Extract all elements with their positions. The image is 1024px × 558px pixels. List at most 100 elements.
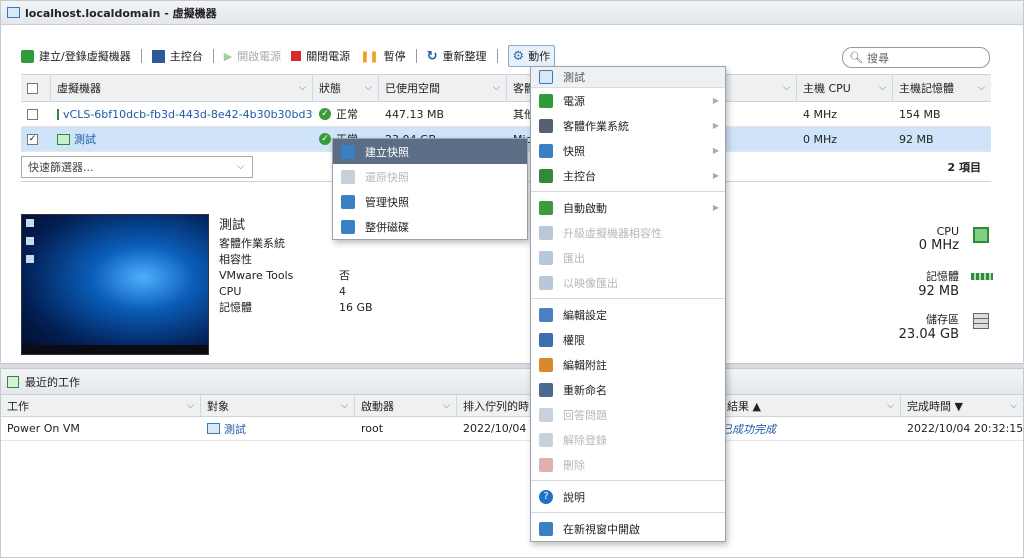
snapshot-menu-item[interactable]: 管理快照: [333, 189, 527, 214]
menu-item[interactable]: 升級虛擬機器相容性: [531, 220, 725, 245]
toolbar-divider: [415, 49, 417, 63]
header-initiator[interactable]: 啟動器 ⌵: [355, 395, 457, 416]
check-icon: ✓: [319, 133, 331, 145]
chevron-down-icon: ⌵: [341, 400, 348, 411]
refresh-icon: ↻: [426, 48, 438, 64]
menu-item[interactable]: 解除登錄: [531, 427, 725, 452]
prop-row: CPU 4: [219, 284, 346, 298]
menu-divider: [531, 512, 725, 513]
snapshot-icon: [341, 169, 355, 184]
menu-item[interactable]: 自動啟動 ▶: [531, 195, 725, 220]
recent-tasks-header: 工作 ⌵ 對象 ⌵ 啟動器 ⌵ 排入佇列的時 結果 ▲ ⌵ 完成時間 ▼ ⌵: [1, 395, 1023, 417]
power-on-button[interactable]: ▶ 開啟電源: [224, 48, 281, 64]
menu-item[interactable]: 刪除: [531, 452, 725, 477]
menu-item[interactable]: 電源 ▶: [531, 88, 725, 113]
menu-item-icon: [539, 432, 553, 447]
header-completed[interactable]: 完成時間 ▼ ⌵: [901, 395, 1023, 416]
grid-header: 虛擬機器 ⌵ 狀態 ⌵ 已使用空間 ⌵ 客體 ⌵ 主機 CPU ⌵ 主機記憶體 ⌵: [21, 74, 991, 102]
select-all-checkbox[interactable]: [27, 82, 38, 94]
window-titlebar: localhost.localdomain - 虛擬機器: [1, 1, 1023, 25]
window-title: localhost.localdomain - 虛擬機器: [25, 6, 217, 20]
cpu-icon: [973, 227, 989, 243]
menu-item[interactable]: 在新視窗中開啟: [531, 516, 725, 541]
header-result[interactable]: 結果 ▲ ⌵: [721, 395, 901, 416]
chevron-down-icon: ⌵: [365, 83, 372, 93]
recent-tasks-title: 最近的工作: [1, 369, 1023, 395]
console-button[interactable]: 主控台: [151, 48, 203, 64]
vm-icon: [57, 108, 59, 120]
menu-item[interactable]: 以映像匯出: [531, 270, 725, 295]
resource-storage: 儲存區 23.04 GB: [829, 311, 989, 342]
power-off-button[interactable]: 關閉電源: [291, 48, 350, 64]
toolbar-divider: [212, 49, 214, 63]
table-row[interactable]: Power On VM 測試 root 2022/10/04 2 已成功完成 2…: [1, 417, 1023, 441]
vm-name-link[interactable]: vCLS-6bf10dcb-fb3d-443d-8e42-4b30b30bd3f…: [63, 108, 313, 121]
menu-item[interactable]: 客體作業系統 ▶: [531, 113, 725, 138]
create-vm-icon: [21, 49, 34, 63]
menu-item[interactable]: 編輯附註: [531, 352, 725, 377]
snapshot-icon: [341, 194, 355, 209]
menu-item[interactable]: 重新命名: [531, 377, 725, 402]
suspend-button[interactable]: ❚❚ 暫停: [360, 48, 405, 64]
snapshot-menu-item[interactable]: 建立快照: [333, 139, 527, 164]
stop-icon: [291, 51, 302, 61]
search-input[interactable]: 🔍︎ 搜尋: [842, 47, 990, 68]
header-host-cpu[interactable]: 主機 CPU ⌵: [797, 75, 893, 101]
help-icon: ?: [539, 489, 553, 504]
chevron-down-icon: ⌵: [887, 400, 894, 411]
create-vm-button[interactable]: 建立/登錄虛擬機器: [21, 48, 131, 64]
header-vm[interactable]: 虛擬機器 ⌵: [51, 75, 313, 101]
menu-item[interactable]: 權限: [531, 327, 725, 352]
actions-button[interactable]: ⚙ 動作: [507, 45, 556, 67]
menu-item[interactable]: ? 說明: [531, 484, 725, 509]
vm-screen-thumbnail[interactable]: [21, 214, 209, 355]
row-checkbox[interactable]: [27, 108, 38, 120]
item-count: 2 項目: [947, 160, 981, 174]
menu-item-icon: [539, 307, 553, 322]
header-status[interactable]: 狀態 ⌵: [313, 75, 379, 101]
menu-item[interactable]: 匯出: [531, 245, 725, 270]
header-target[interactable]: 對象 ⌵: [201, 395, 355, 416]
storage-icon: [973, 313, 989, 329]
chevron-right-icon: ▶: [712, 146, 719, 155]
chevron-right-icon: ▶: [712, 96, 719, 105]
chevron-down-icon: ⌵: [443, 400, 450, 411]
menu-item[interactable]: 回答問題: [531, 402, 725, 427]
snapshot-menu-item[interactable]: 還原快照: [333, 164, 527, 189]
vm-icon: [539, 70, 553, 84]
header-used-space[interactable]: 已使用空間 ⌵: [379, 75, 507, 101]
menu-item-icon: [539, 521, 553, 536]
menu-item-icon: [539, 275, 553, 290]
memory-icon: [971, 273, 993, 280]
header-host-mem[interactable]: 主機記憶體 ⌵: [893, 75, 991, 101]
quick-filter-select[interactable]: 快速篩選器... ⌵: [21, 155, 253, 178]
vm-icon: [207, 423, 220, 434]
gear-icon: ⚙: [512, 48, 525, 64]
vm-name-link[interactable]: 測試: [74, 131, 96, 147]
refresh-button[interactable]: ↻ 重新整理: [427, 48, 487, 64]
menu-item-icon: [539, 457, 553, 472]
menu-item-icon: [539, 357, 553, 372]
task-list-icon: [7, 375, 19, 388]
snapshot-submenu: 建立快照 還原快照 管理快照 整併磁碟: [332, 138, 528, 240]
menu-item[interactable]: 主控台 ▶: [531, 163, 725, 188]
chevron-down-icon: ⌵: [299, 83, 306, 93]
menu-item-icon: [539, 168, 553, 183]
menu-divider: [531, 298, 725, 299]
menu-item[interactable]: 快照 ▶: [531, 138, 725, 163]
menu-item-icon: [539, 407, 553, 422]
menu-item[interactable]: 編輯設定: [531, 302, 725, 327]
host-icon: [7, 7, 20, 18]
menu-item-icon: [539, 382, 553, 397]
menu-divider: [531, 480, 725, 481]
play-icon: ▶: [223, 49, 233, 63]
snapshot-icon: [341, 219, 355, 234]
desktop-icon: [26, 219, 34, 227]
target-link[interactable]: 測試: [224, 421, 246, 437]
header-task[interactable]: 工作 ⌵: [1, 395, 201, 416]
snapshot-menu-item[interactable]: 整併磁碟: [333, 214, 527, 239]
table-row[interactable]: vCLS-6bf10dcb-fb3d-443d-8e42-4b30b30bd3f…: [21, 102, 991, 127]
menu-item-icon: [539, 250, 553, 265]
row-checkbox[interactable]: ✓: [27, 133, 38, 145]
prop-row: 記憶體 16 GB: [219, 300, 373, 315]
